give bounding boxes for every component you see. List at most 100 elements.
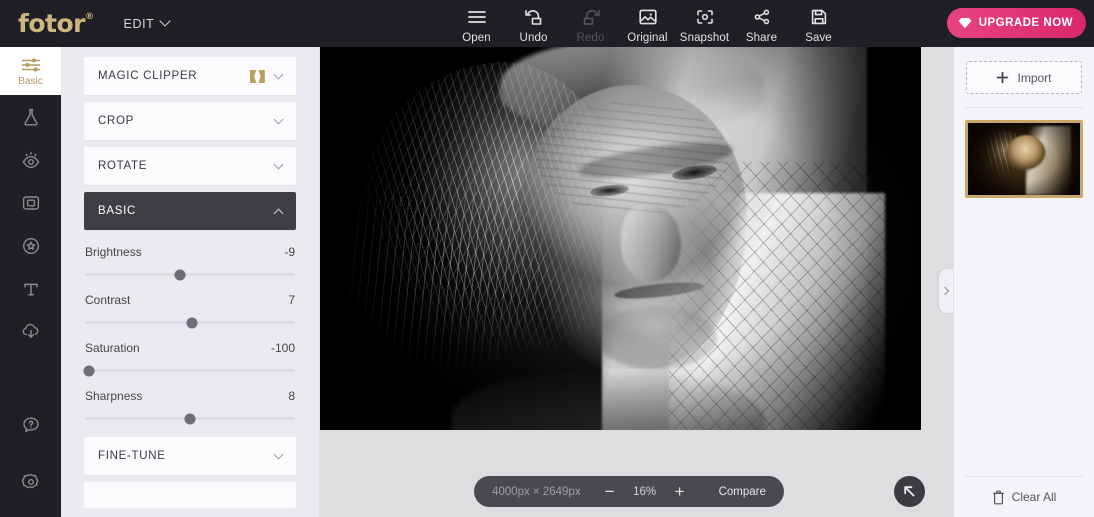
slider-sharpness-track[interactable] — [85, 413, 295, 424]
sidebar-item-effects[interactable] — [0, 95, 61, 138]
slider-saturation-handle[interactable] — [83, 365, 95, 376]
photo-thumbnail[interactable] — [965, 120, 1083, 198]
photo-bitmap — [320, 47, 921, 430]
arrow-up-left-icon — [902, 484, 917, 499]
edit-menu[interactable]: EDIT — [124, 14, 172, 31]
right-panel-collapse-toggle[interactable] — [939, 269, 953, 313]
share-nodes-icon — [752, 6, 772, 28]
image-dimensions: 4000px × 2649px — [492, 485, 581, 498]
sticker-icon — [21, 236, 41, 256]
trash-icon — [992, 490, 1005, 505]
sidebar-bottom-group — [0, 403, 61, 517]
panel-section-magic-clipper[interactable]: MAGIC CLIPPER — [84, 57, 296, 95]
panel-section-basic-title: BASIC — [98, 205, 137, 217]
sidebar-item-frames[interactable] — [0, 181, 61, 224]
sidebar-item-stickers[interactable] — [0, 224, 61, 267]
sidebar-item-settings[interactable] — [0, 460, 61, 503]
divider — [964, 107, 1084, 108]
slider-contrast-value: 7 — [288, 293, 295, 307]
import-button[interactable]: Import — [966, 61, 1082, 94]
slider-contrast-label: Contrast — [85, 293, 131, 307]
toolbar-original-button[interactable]: Original — [619, 3, 676, 44]
toolbar-share-label: Share — [745, 32, 778, 44]
sidebar-item-help[interactable] — [0, 403, 61, 446]
toolbar-save-button[interactable]: Save — [790, 3, 847, 44]
chevron-down-icon — [273, 159, 284, 169]
slider-contrast-handle[interactable] — [186, 317, 198, 328]
slider-brightness-value: -9 — [284, 245, 295, 259]
sidebar-item-text[interactable] — [0, 267, 61, 310]
panel-section-magic-clipper-title: MAGIC CLIPPER — [98, 70, 198, 82]
slider-brightness-label: Brightness — [85, 245, 142, 259]
panel-section-partial[interactable] — [84, 482, 296, 508]
panel-section-crop-title: CROP — [98, 115, 135, 127]
fotor-logo[interactable]: fotor® — [18, 11, 94, 36]
panel-section-rotate-title: ROTATE — [98, 160, 148, 172]
logo-text: fotor — [18, 9, 86, 38]
chevron-down-icon — [273, 69, 284, 79]
slider-contrast-track[interactable] — [85, 317, 295, 328]
slider-sharpness-header: Sharpness 8 — [85, 389, 295, 403]
basic-sliders: Brightness -9 Contrast 7 Saturation -100… — [83, 237, 296, 424]
toolbar-undo-button[interactable]: Undo — [505, 3, 562, 44]
left-sidebar: Basic — [0, 47, 61, 517]
slider-brightness-handle[interactable] — [174, 269, 185, 280]
canvas-area[interactable]: 4000px × 2649px − 16% + Compare — [319, 47, 953, 517]
toolbar-undo-label: Undo — [519, 32, 548, 44]
slider-saturation-track[interactable] — [83, 365, 295, 376]
fit-to-screen-button[interactable] — [894, 476, 925, 507]
toolbar-share-button[interactable]: Share — [733, 3, 790, 44]
clear-all-button[interactable]: Clear All — [954, 484, 1094, 510]
compare-button[interactable]: Compare — [719, 486, 766, 498]
slider-saturation: Saturation -100 — [83, 341, 295, 376]
import-button-label: Import — [1017, 70, 1052, 85]
canvas-status-bar: 4000px × 2649px − 16% + Compare — [474, 476, 784, 507]
cloud-upload-icon — [20, 322, 42, 342]
right-panel: Import Clear All — [953, 47, 1094, 517]
slider-sharpness-label: Sharpness — [85, 389, 143, 403]
floppy-disk-icon — [810, 6, 828, 28]
toolbar-save-label: Save — [805, 32, 832, 44]
premium-crown-icon — [249, 69, 266, 84]
edit-panel: MAGIC CLIPPER CROP ROTATE BASIC Brightne… — [61, 47, 319, 517]
slider-brightness-track[interactable] — [85, 269, 295, 280]
toolbar-actions: Open Undo Redo Original Snapshot Share S… — [448, 3, 847, 44]
toolbar-open-button[interactable]: Open — [448, 3, 505, 44]
toolbar-snapshot-button[interactable]: Snapshot — [676, 3, 733, 44]
redo-arrow-icon — [580, 6, 602, 28]
help-question-icon — [21, 415, 41, 435]
panel-section-crop[interactable]: CROP — [84, 102, 296, 140]
chevron-down-icon — [273, 114, 284, 124]
chevron-down-icon — [273, 449, 284, 459]
plus-icon — [996, 71, 1009, 84]
logo-trademark: ® — [85, 11, 94, 22]
panel-section-fine-tune[interactable]: FINE-TUNE — [84, 437, 296, 475]
upgrade-now-button[interactable]: UPGRADE NOW — [946, 8, 1086, 38]
panel-section-rotate[interactable]: ROTATE — [84, 147, 296, 185]
slider-brightness-header: Brightness -9 — [85, 245, 295, 259]
toolbar-redo-button[interactable]: Redo — [562, 3, 619, 44]
sidebar-item-beauty[interactable] — [0, 138, 61, 181]
frame-icon — [21, 193, 41, 213]
panel-section-basic[interactable]: BASIC — [84, 192, 296, 230]
sidebar-item-basic[interactable]: Basic — [0, 47, 61, 95]
toolbar-snapshot-label: Snapshot — [679, 32, 730, 44]
clear-all-label: Clear All — [1011, 490, 1057, 504]
edited-photo[interactable] — [320, 47, 921, 430]
panel-section-fine-tune-title: FINE-TUNE — [98, 450, 166, 462]
image-icon — [638, 6, 658, 28]
slider-saturation-label: Saturation — [85, 341, 140, 355]
zoom-in-button[interactable]: + — [667, 483, 693, 500]
chevron-up-icon — [273, 208, 284, 218]
flask-effects-icon — [21, 107, 41, 127]
toolbar-open-label: Open — [462, 32, 491, 44]
sidebar-item-upload[interactable] — [0, 310, 61, 353]
slider-contrast-header: Contrast 7 — [85, 293, 295, 307]
top-toolbar: fotor® EDIT Open Undo Redo Original Snap… — [0, 0, 1094, 47]
chevron-down-icon — [159, 14, 172, 27]
zoom-level-value: 16% — [633, 485, 657, 498]
slider-sharpness-value: 8 — [288, 389, 295, 403]
zoom-out-button[interactable]: − — [597, 483, 623, 500]
slider-sharpness-handle[interactable] — [184, 413, 196, 424]
chevron-right-icon — [940, 286, 950, 296]
